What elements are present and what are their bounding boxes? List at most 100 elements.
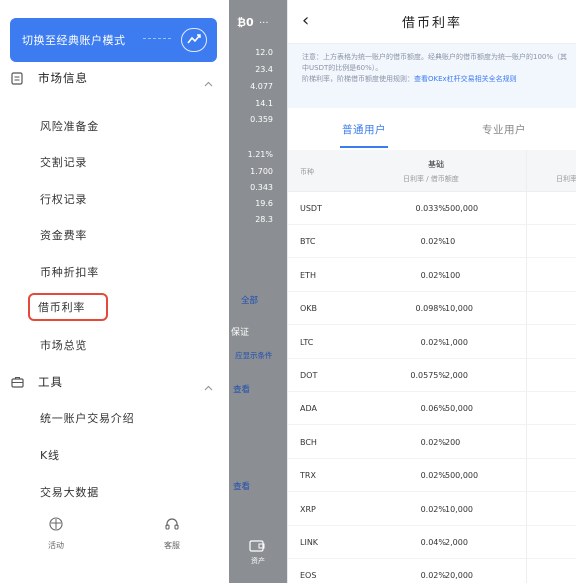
notice-text-2: 阶梯利率，阶梯借币额度使用规则： (302, 75, 414, 83)
borrow-quota-cell: 500,000 (445, 471, 479, 481)
market-info-title: 市场信息 (38, 71, 88, 85)
strip-view-link[interactable]: 查看 (233, 480, 250, 492)
chevron-up-icon (204, 72, 213, 91)
borrow-quota-cell: 1,000 (445, 337, 468, 347)
col-base: 基础 (428, 160, 444, 169)
daily-rate-cell: 0.02% (420, 337, 446, 347)
currency-cell: BCH (300, 437, 317, 447)
menu-item-risk-reserve[interactable]: 风险准备金 (30, 112, 99, 140)
table-row: LTC 0.02% 1,000 (288, 326, 576, 359)
strip-all-label: 全部 (241, 296, 259, 306)
strip-margin-label: 保证 (231, 328, 250, 338)
currency-cell: EOS (300, 571, 317, 581)
strip-value: 23.4 (255, 65, 273, 74)
active-tab-indicator (340, 146, 388, 148)
market-info-section-header[interactable]: 市场信息 (10, 63, 217, 93)
borrow-quota-cell: 500,000 (445, 204, 479, 213)
chevron-up-icon (204, 376, 213, 395)
table-row: BCH 0.02% 200 (288, 426, 576, 459)
nav-support[interactable]: 客服 (142, 516, 202, 551)
strip-value: 19.6 (255, 199, 273, 208)
rules-link[interactable]: 查看OKEx杠杆交易相关全名规则 (414, 75, 517, 83)
strip-value: 4.077 (250, 82, 273, 91)
daily-rate-cell: 0.02% (420, 504, 446, 514)
nav-activity[interactable]: 活动 (26, 516, 86, 551)
borrow-quota-cell: 2,000 (445, 538, 468, 547)
strip-view-link[interactable]: 查看 (233, 383, 250, 395)
switch-account-mode-label: 切换至经典账户模式 (22, 34, 126, 47)
daily-rate-cell: 0.02% (420, 270, 446, 280)
menu-item-exercise-records[interactable]: 行权记录 (30, 185, 87, 213)
more-icon: ··· (259, 18, 269, 29)
table-row: BTC 0.02% 10 (288, 225, 576, 259)
daily-rate-cell: 0.02% (420, 471, 446, 481)
tools-title: 工具 (38, 375, 63, 389)
daily-rate-cell: 0.02% (420, 237, 446, 247)
side-drawer: 切换至经典账户模式 市场信息 风险准备金 交割记录 行权记录 资金费率 币种折扣… (0, 0, 229, 583)
strip-value: 1.700 (250, 167, 273, 176)
table-row: ADA 0.06% 50,000 (288, 392, 576, 426)
table-row: EOS 0.02% 20,000 (288, 559, 576, 583)
table-header: 币种 基础 日利率 / 借币额度 日利率 (288, 150, 576, 192)
menu-item-borrow-rate[interactable]: 借币利率 (28, 293, 108, 321)
daily-rate-cell: 0.0575% (410, 371, 446, 380)
strip-value: 12.0 (255, 48, 273, 57)
menu-item-trading-big-data[interactable]: 交易大数据 (30, 478, 99, 506)
currency-cell: USDT (300, 204, 322, 213)
tab-regular-user[interactable]: 普通用户 (342, 122, 386, 137)
daily-rate-cell: 0.098% (415, 304, 446, 314)
borrow-quota-cell: 10,000 (445, 504, 473, 514)
tools-section-header[interactable]: 工具 (10, 367, 217, 397)
borrow-quota-cell: 200 (445, 437, 461, 447)
daily-rate-cell: 0.06% (420, 404, 446, 414)
daily-rate-cell: 0.02% (420, 437, 446, 447)
gift-icon (48, 516, 64, 532)
menu-item-market-overview[interactable]: 市场总览 (30, 331, 87, 359)
table-row: OKB 0.098% 10,000 (288, 292, 576, 326)
currency-cell: ADA (300, 404, 317, 414)
nav-support-label: 客服 (164, 541, 180, 550)
table-row: LINK 0.04% 2,000 (288, 526, 576, 559)
switch-account-mode-button[interactable]: 切换至经典账户模式 (10, 18, 217, 62)
borrow-quota-cell: 10,000 (445, 304, 473, 314)
notice-text: 注意：上方表格为统一账户的借币额度。经典账户的借币额度为统一账户的100%（其中… (302, 53, 568, 72)
back-icon[interactable]: ‹ (302, 12, 309, 30)
user-type-tabs: 普通用户 专业用户 (288, 108, 576, 150)
borrow-quota-cell: 2,000 (445, 371, 468, 380)
drawer-bottom-nav: 活动 客服 (0, 516, 229, 566)
notice-banner: 注意：上方表格为统一账户的借币额度。经典账户的借币额度为统一账户的100%（其中… (288, 44, 576, 108)
toolbox-icon (10, 375, 24, 389)
strip-details-label: 应显示条件 (235, 351, 273, 360)
tab-pro-user[interactable]: 专业用户 (482, 122, 526, 137)
menu-item-funding-rate[interactable]: 资金费率 (30, 221, 87, 249)
table-row: ETH 0.02% 100 (288, 259, 576, 292)
strip-value: 28.3 (255, 215, 273, 224)
col-rate-next: 日利率 (556, 175, 576, 183)
currency-cell: BTC (300, 237, 316, 247)
menu-item-delivery-records[interactable]: 交割记录 (30, 148, 87, 176)
strip-symbol: ₿0 (237, 16, 254, 29)
borrow-quota-cell: 100 (445, 270, 461, 280)
currency-cell: TRX (300, 471, 316, 481)
currency-cell: DOT (300, 371, 318, 380)
switch-icon[interactable] (181, 28, 207, 52)
panel-header: ‹ 借币利率 (288, 0, 576, 44)
strip-value: 0.343 (250, 183, 273, 192)
col-currency: 币种 (300, 168, 314, 176)
headset-icon (164, 516, 180, 532)
page-title: 借币利率 (401, 16, 462, 31)
borrow-rate-panel: ‹ 借币利率 注意：上方表格为统一账户的借币额度。经典账户的借币额度为统一账户的… (287, 0, 576, 583)
borrow-quota-cell: 10 (445, 237, 456, 247)
divider (143, 38, 171, 39)
background-overlay-strip[interactable]: ₿0 ··· 12.0 23.4 4.077 14.1 0.359 1.21% … (229, 0, 287, 583)
menu-item-discount-rate[interactable]: 币种折扣率 (30, 258, 99, 286)
app-root: 切换至经典账户模式 市场信息 风险准备金 交割记录 行权记录 资金费率 币种折扣… (0, 0, 576, 583)
menu-item-unified-account-intro[interactable]: 统一账户交易介绍 (30, 404, 134, 432)
wallet-icon (249, 538, 265, 557)
strip-value: 0.359 (250, 115, 273, 124)
menu-item-kline[interactable]: K线 (30, 441, 60, 469)
strip-value: 14.1 (255, 99, 273, 108)
table-row: XRP 0.02% 10,000 (288, 493, 576, 526)
table-row: TRX 0.02% 500,000 (288, 459, 576, 493)
daily-rate-cell: 0.02% (420, 571, 446, 581)
